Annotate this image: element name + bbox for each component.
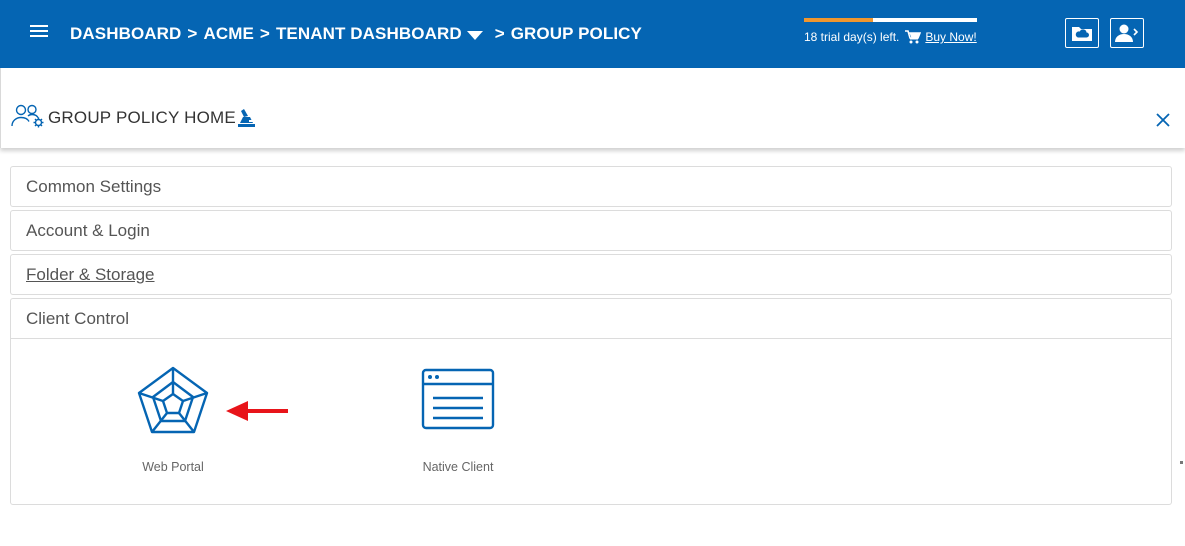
red-arrow-annotation: [226, 401, 288, 421]
group-settings-icon: [11, 104, 44, 128]
tile-label: Web Portal: [142, 460, 204, 474]
cloud-folder-icon: [1072, 27, 1092, 41]
breadcrumb-tenant-dashboard[interactable]: TENANT DASHBOARD: [276, 24, 462, 44]
page-title: GROUP POLICY HOME: [48, 108, 236, 127]
section-common-settings[interactable]: Common Settings: [10, 166, 1172, 207]
trial-progress-bar: [804, 18, 977, 22]
close-icon[interactable]: [1154, 111, 1172, 129]
buy-now-link[interactable]: Buy Now!: [925, 30, 976, 44]
cloud-folder-button[interactable]: [1065, 18, 1099, 48]
section-title[interactable]: Client Control: [26, 309, 129, 329]
section-title[interactable]: Common Settings: [26, 177, 161, 197]
section-title[interactable]: Account & Login: [26, 221, 150, 241]
web-portal-tile[interactable]: Web Portal: [103, 366, 243, 474]
trial-status: 18 trial day(s) left. Buy Now!: [804, 18, 979, 44]
web-portal-icon: [137, 366, 209, 434]
breadcrumb-dashboard[interactable]: DASHBOARD: [70, 24, 181, 44]
breadcrumb: DASHBOARD > ACME > TENANT DASHBOARD > GR…: [70, 24, 642, 44]
top-navigation-bar: DASHBOARD > ACME > TENANT DASHBOARD > GR…: [0, 0, 1185, 68]
native-client-icon: [421, 368, 495, 430]
breadcrumb-separator: >: [494, 24, 505, 43]
breadcrumb-separator: >: [259, 24, 270, 43]
breadcrumb-acme[interactable]: ACME: [203, 24, 253, 44]
policy-stamp-icon[interactable]: [237, 108, 256, 128]
trial-progress-fill: [804, 18, 874, 22]
scroll-indicator: [1180, 461, 1183, 464]
section-account-login[interactable]: Account & Login: [10, 210, 1172, 251]
breadcrumb-separator: >: [187, 24, 198, 43]
shopping-cart-icon[interactable]: [905, 30, 922, 44]
tile-label: Native Client: [422, 460, 494, 474]
section-folder-storage[interactable]: Folder & Storage: [10, 254, 1172, 295]
native-client-tile[interactable]: Native Client: [388, 368, 528, 474]
section-title[interactable]: Folder & Storage: [26, 265, 155, 285]
page-header: GROUP POLICY HOME: [0, 68, 1185, 148]
user-switch-icon: [1115, 24, 1139, 42]
user-profile-button[interactable]: [1110, 18, 1144, 48]
trial-days-text: 18 trial day(s) left.: [804, 30, 900, 44]
breadcrumb-group-policy: GROUP POLICY: [510, 24, 642, 43]
hamburger-menu-icon[interactable]: [28, 22, 50, 44]
caret-down-icon[interactable]: [466, 30, 483, 40]
section-header[interactable]: Client Control: [11, 299, 1171, 339]
